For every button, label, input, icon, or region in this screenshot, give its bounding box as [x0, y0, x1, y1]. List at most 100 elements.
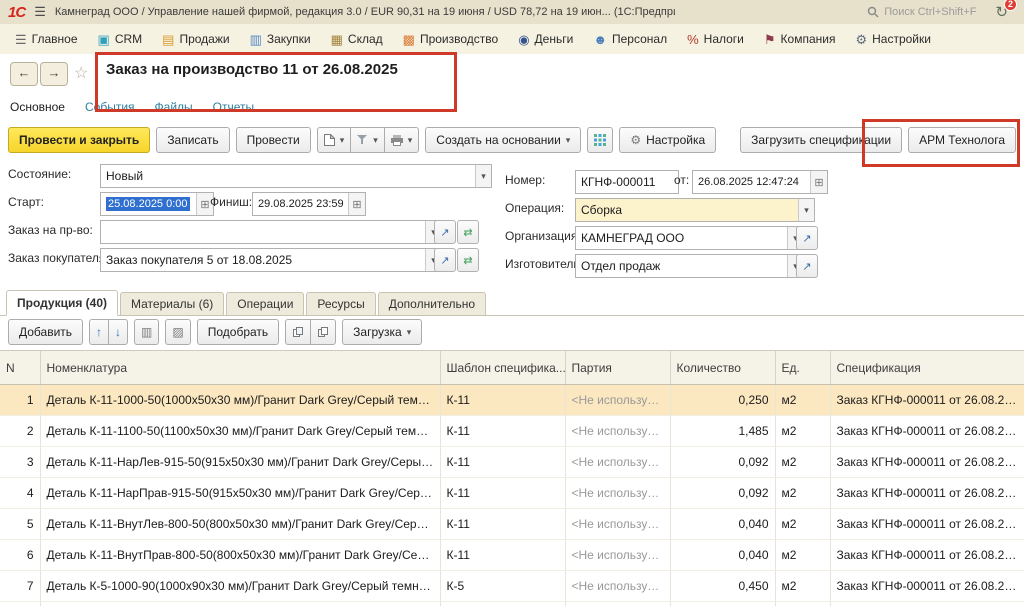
arm-technologist-button[interactable]: АРМ Технолога [908, 127, 1016, 153]
organization-field[interactable]: КАМНЕГРАД ООО ▾ [575, 226, 804, 250]
doc-tab[interactable]: Продукция (40) [6, 290, 118, 316]
doc-tab[interactable]: Дополнительно [377, 292, 487, 315]
copy-rows-button[interactable] [285, 319, 312, 345]
cell-spec-template[interactable]: К-11 [440, 539, 566, 571]
add-row-button[interactable]: Добавить [8, 319, 84, 345]
column-header[interactable]: N [0, 351, 41, 385]
cell-nomenclature[interactable]: Деталь К-11-ВнутПрав-800-50(800x50x30 мм… [40, 539, 441, 571]
cell-unit[interactable]: м2 [775, 446, 831, 478]
chevron-down-icon[interactable]: ▾ [798, 199, 814, 221]
cell-unit[interactable]: м2 [775, 384, 831, 416]
cell-specification[interactable]: Заказ КГНФ-000011 от 26.08.25 | Дет [830, 477, 1024, 509]
reports-button[interactable] [587, 127, 614, 153]
move-up-button[interactable]: ↑ [89, 319, 110, 345]
manufacturer-field[interactable]: Отдел продаж ▾ [575, 254, 804, 278]
filter-button[interactable]: ▾ [350, 127, 385, 153]
main-menu-icon[interactable]: ☰ [34, 4, 46, 20]
menu-item-taxes[interactable]: % Налоги [678, 29, 753, 49]
cell-spec-template[interactable]: К-5 [440, 601, 566, 606]
cell-spec-template[interactable]: К-11 [440, 477, 566, 509]
cell-nomenclature[interactable]: Деталь К-11-НарЛев-915-50(915x50x30 мм)/… [40, 446, 441, 478]
column-header[interactable]: Спецификация [830, 351, 1024, 385]
cell-quantity[interactable]: 1,485 [670, 415, 776, 447]
load-button[interactable]: Загрузка ▾ [342, 319, 423, 345]
cell-specification[interactable]: Заказ КГНФ-000011 от 26.08.25 | Дет [830, 601, 1024, 606]
refresh-prod-order-button[interactable]: ⇄ [457, 220, 479, 244]
cell-nomenclature[interactable]: Деталь К-5-1100-90(1100x90x30 мм)/Гранит… [40, 601, 441, 606]
open-customer-order-button[interactable]: ↗ [434, 248, 456, 272]
write-button[interactable]: Записать [156, 127, 230, 153]
cell-batch[interactable]: <Не используется> [565, 539, 671, 571]
refresh-customer-order-button[interactable]: ⇄ [457, 248, 479, 272]
paste-rows-button[interactable] [310, 319, 337, 345]
cell-quantity[interactable]: 0,450 [670, 570, 776, 602]
open-manufacturer-button[interactable]: ↗ [796, 254, 818, 278]
table-row[interactable]: 3 Деталь К-11-НарЛев-915-50(915x50x30 мм)… [0, 446, 1024, 478]
cell-unit[interactable]: м2 [775, 570, 831, 602]
cell-quantity[interactable]: 0,250 [670, 384, 776, 416]
cell-specification[interactable]: Заказ КГНФ-000011 от 26.08.25 | Дет [830, 384, 1024, 416]
cell-nomenclature[interactable]: Деталь К-11-1100-50(1100x50x30 мм)/Грани… [40, 415, 441, 447]
cell-specification[interactable]: Заказ КГНФ-000011 от 26.08.25 | Дет [830, 508, 1024, 540]
barcode-scanner-button[interactable]: ▥ [134, 319, 160, 345]
cell-quantity[interactable]: 0,891 [670, 601, 776, 606]
doc-date-field[interactable]: 26.08.2025 12:47:24 ⊞ [692, 170, 828, 194]
menu-item-company[interactable]: ⚑ Компания [755, 29, 845, 49]
cell-unit[interactable]: м2 [775, 477, 831, 509]
start-date-field[interactable]: 25.08.2025 0:00 ⊞ [100, 192, 214, 216]
table-row[interactable]: 8Деталь К-5-1100-90(1100x90x30 мм)/Грани… [0, 601, 1024, 606]
table-row[interactable]: 5 Деталь К-11-ВнутЛев-800-50(800x50x30 мм… [0, 508, 1024, 540]
finish-date-field[interactable]: 29.08.2025 23:59 ⊞ [252, 192, 366, 216]
doc-tab[interactable]: Операции [226, 292, 305, 315]
settings-button[interactable]: ⚙ Настройка [619, 127, 717, 153]
menu-item-sales[interactable]: ▤ Продажи [153, 29, 238, 49]
cell-quantity[interactable]: 0,092 [670, 446, 776, 478]
column-header[interactable]: Количество [670, 351, 776, 385]
cell-specification[interactable]: Заказ КГНФ-000011 от 26.08.25 | Дет [830, 446, 1024, 478]
fill-button[interactable]: ▨ [165, 319, 191, 345]
cell-specification[interactable]: Заказ КГНФ-000011 от 26.08.25 | Дет [830, 415, 1024, 447]
cell-spec-template[interactable]: К-11 [440, 508, 566, 540]
cell-spec-template[interactable]: К-11 [440, 415, 566, 447]
cell-spec-template[interactable]: К-11 [440, 384, 566, 416]
cell-unit[interactable]: м2 [775, 539, 831, 571]
global-search[interactable]: Поиск Ctrl+Shift+F [867, 6, 976, 18]
back-button[interactable]: ← [10, 62, 38, 86]
operation-field[interactable]: Сборка ▾ [575, 198, 815, 222]
calendar-icon[interactable]: ⊞ [348, 193, 365, 215]
cell-batch[interactable]: <Не используется> [565, 570, 671, 602]
cell-batch[interactable]: <Не используется> [565, 508, 671, 540]
number-field[interactable]: КГНФ-000011 [575, 170, 679, 194]
load-specifications-button[interactable]: Загрузить спецификации [740, 127, 903, 153]
menu-item-staff[interactable]: ☻ Персонал [584, 29, 676, 49]
cell-nomenclature[interactable]: Деталь К-11-ВнутЛев-800-50(800x50x30 мм)… [40, 508, 441, 540]
doc-section-link[interactable]: События [85, 100, 135, 114]
doc-tab[interactable]: Материалы (6) [120, 292, 225, 315]
cell-nomenclature[interactable]: Деталь К-11-1000-50(1000x50x30 мм)/Грани… [40, 384, 441, 416]
cell-unit[interactable]: м2 [775, 508, 831, 540]
column-header[interactable]: Номенклатура [40, 351, 441, 385]
post-button[interactable]: Провести [235, 127, 311, 153]
print-button[interactable]: ▾ [383, 127, 420, 153]
menu-item-warehouse[interactable]: ▦ Склад [322, 29, 392, 49]
doc-section-link[interactable]: Основное [10, 100, 65, 114]
table-row[interactable]: 4 Деталь К-11-НарПрав-915-50(915x50x30 мм… [0, 477, 1024, 509]
table-row[interactable]: 6 Деталь К-11-ВнутПрав-800-50(800x50x30 м… [0, 539, 1024, 571]
menu-item-production[interactable]: ▩ Производство [394, 29, 508, 49]
new-document-button[interactable]: ▾ [316, 127, 352, 153]
cell-specification[interactable]: Заказ КГНФ-000011 от 26.08.25 | Дет [830, 539, 1024, 571]
table-row[interactable]: 7 Деталь К-5-1000-90(1000x90x30 мм)/Грани… [0, 570, 1024, 602]
move-down-button[interactable]: ↓ [108, 319, 129, 345]
cell-unit[interactable]: м2 [775, 415, 831, 447]
cell-quantity[interactable]: 0,040 [670, 508, 776, 540]
menu-item-money[interactable]: ◉ Деньги [509, 29, 582, 49]
cell-specification[interactable]: Заказ КГНФ-000011 от 26.08.25 | Дет [830, 570, 1024, 602]
cell-batch[interactable]: <Не используется> [565, 601, 671, 606]
cell-nomenclature[interactable]: Деталь К-11-НарПрав-915-50(915x50x30 мм)… [40, 477, 441, 509]
menu-item-purchases[interactable]: ▥ Закупки [241, 29, 320, 49]
column-header[interactable]: Ед. [775, 351, 831, 385]
chevron-down-icon[interactable]: ▾ [475, 165, 491, 187]
pick-button[interactable]: Подобрать [196, 319, 280, 345]
open-prod-order-button[interactable]: ↗ [434, 220, 456, 244]
table-row[interactable]: 2 Деталь К-11-1100-50(1100x50x30 мм)/Гран… [0, 415, 1024, 447]
